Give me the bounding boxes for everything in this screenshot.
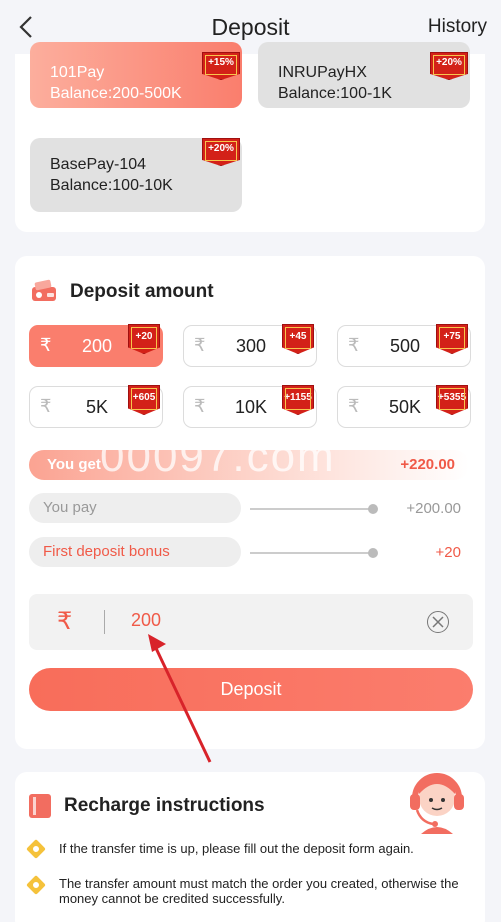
instructions-title: Recharge instructions [64,795,265,816]
slider-knob [368,548,378,558]
first-deposit-bonus-value: +20 [435,544,461,561]
customer-support-icon[interactable] [405,764,469,834]
amount-input[interactable] [131,610,391,631]
bonus-tag: +45 [282,324,314,354]
amount-option-50k[interactable]: ₹ 50K +5355 [337,385,471,428]
amount-option-10k[interactable]: ₹ 10K +1155 [183,385,317,428]
wallet-icon [32,279,56,301]
bonus-tag: +15% [202,52,240,80]
channel-inrupayhx[interactable]: INRUPayHX Balance:100-1K +20% [258,42,470,108]
amount-value: 200 [81,336,113,356]
you-get-label: You get [47,456,101,473]
slider-knob [368,504,378,514]
bonus-tag: +20 [128,324,160,354]
bonus-tag: +20% [430,52,468,80]
diamond-bullet-icon [26,839,46,859]
amount-option-200[interactable]: ₹ 200 +20 [29,324,163,367]
channel-name: 101Pay [50,64,105,81]
amount-value: 500 [389,336,421,356]
history-link[interactable]: History [428,16,487,38]
instruction-item: If the transfer time is up, please fill … [59,841,414,856]
book-icon [29,794,51,818]
channel-name: INRUPayHX [278,64,367,81]
you-get-bar: You get +220.00 [29,450,469,480]
bonus-tag: +20% [202,138,240,166]
channel-basepay-104[interactable]: BasePay-104 Balance:100-10K +20% [30,138,242,212]
deposit-amount-title: Deposit amount [70,281,214,302]
channel-balance: Balance:100-10K [50,177,173,194]
payment-channel-card: 101Pay Balance:200-500K +15% INRUPayHX B… [15,42,485,232]
diamond-bullet-icon [26,875,46,895]
rupee-icon: ₹ [40,335,52,355]
rupee-icon: ₹ [40,396,52,416]
amount-input-box: ₹ [29,594,473,650]
clear-icon[interactable] [427,611,449,633]
channel-name: BasePay-104 [50,156,147,173]
amount-option-300[interactable]: ₹ 300 +45 [183,324,317,367]
rupee-icon: ₹ [57,608,73,635]
amount-value: 300 [235,336,267,356]
amount-value: 10K [234,397,268,417]
deposit-button[interactable]: Deposit [29,668,473,711]
rupee-icon: ₹ [348,335,360,355]
divider [104,610,105,634]
amount-value: 50K [388,397,422,417]
bonus-slider [250,548,378,558]
you-get-value: +220.00 [400,456,455,473]
instruction-item: The transfer amount must match the order… [59,876,459,906]
page-title: Deposit [211,14,290,40]
channel-101pay[interactable]: 101Pay Balance:200-500K +15% [30,42,242,108]
first-deposit-bonus-label: First deposit bonus [29,537,241,567]
channel-balance: Balance:200-500K [50,85,182,102]
you-pay-slider [250,504,378,514]
amount-option-500[interactable]: ₹ 500 +75 [337,324,471,367]
channel-balance: Balance:100-1K [278,85,392,102]
rupee-icon: ₹ [194,396,206,416]
deposit-amount-card: Deposit amount ₹ 200 +20 ₹ 300 +45 ₹ 500… [15,256,485,749]
bonus-tag: +605 [128,385,160,415]
you-pay-value: +200.00 [406,500,461,517]
bonus-tag: +75 [436,324,468,354]
bonus-tag: +1155 [282,385,314,415]
rupee-icon: ₹ [348,396,360,416]
bonus-tag: +5355 [436,385,468,415]
amount-option-5k[interactable]: ₹ 5K +605 [29,385,163,428]
you-pay-label: You pay [29,493,241,523]
rupee-icon: ₹ [194,335,206,355]
amount-value: 5K [85,397,109,417]
